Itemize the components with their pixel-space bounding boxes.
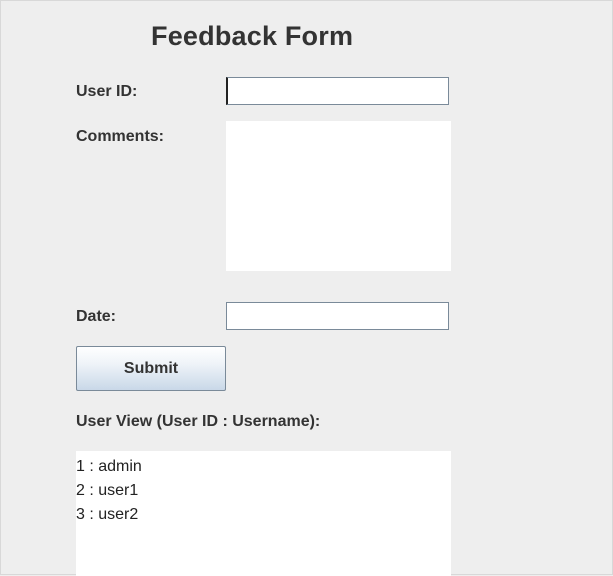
comments-label: Comments: xyxy=(76,128,165,145)
user-view-list[interactable]: 1 : admin 2 : user1 3 : user2 xyxy=(76,451,451,576)
user-view-label: User View (User ID : Username): xyxy=(76,413,321,430)
list-item[interactable]: 2 : user1 xyxy=(76,479,451,503)
date-input[interactable] xyxy=(226,302,449,330)
list-item[interactable]: 1 : admin xyxy=(76,455,451,479)
comments-textarea[interactable] xyxy=(226,121,451,271)
list-item[interactable]: 3 : user2 xyxy=(76,503,451,527)
form-title: Feedback Form xyxy=(151,21,354,51)
date-label: Date: xyxy=(76,308,117,325)
user-id-label: User ID: xyxy=(76,83,138,100)
user-id-input[interactable] xyxy=(226,77,449,105)
submit-button[interactable]: Submit xyxy=(76,346,226,391)
feedback-form-window: Feedback Form User ID: Comments: Date: S… xyxy=(0,0,613,576)
